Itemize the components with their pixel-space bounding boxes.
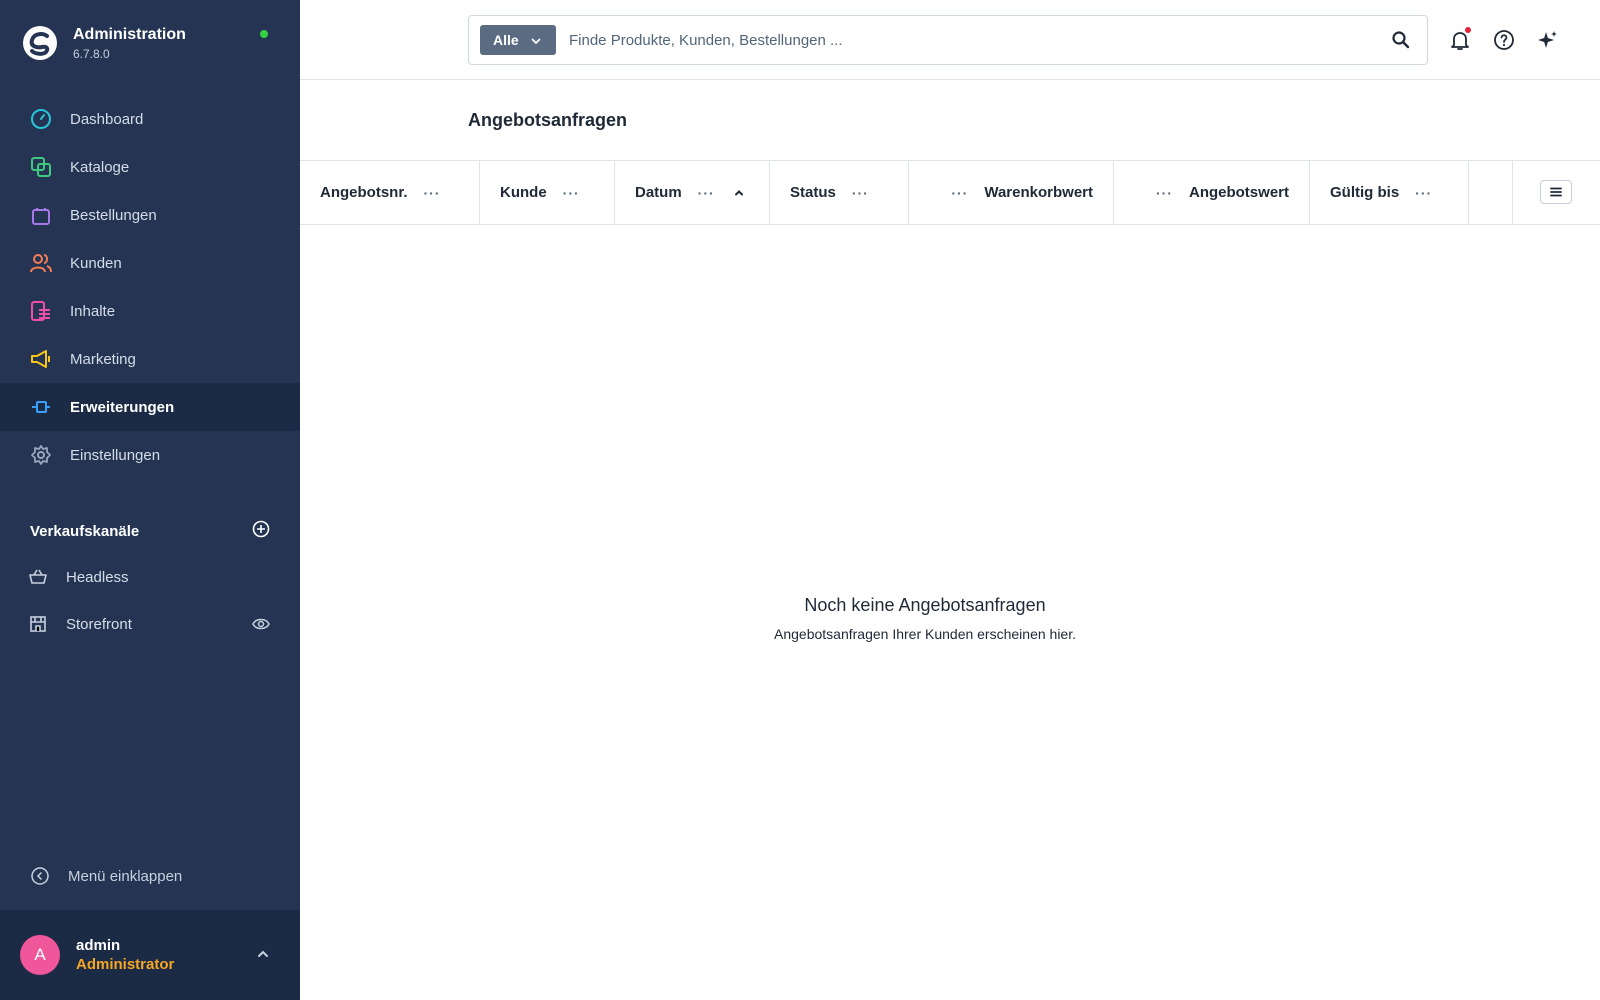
- app-title: Administration: [73, 26, 186, 43]
- sidebar-item-kunden[interactable]: Kunden: [0, 239, 300, 287]
- megaphone-icon: [30, 348, 52, 370]
- sales-channel-label: Headless: [66, 568, 129, 586]
- column-label: Kunde: [500, 184, 547, 201]
- column-label: Datum: [635, 184, 682, 201]
- help-icon[interactable]: [1492, 28, 1516, 52]
- column-header-kunde[interactable]: Kunde ···: [480, 161, 615, 224]
- top-bar: Alle: [300, 0, 1600, 80]
- shopping-bag-icon: [30, 204, 52, 226]
- sidebar-item-label: Dashboard: [70, 110, 144, 128]
- column-header-gueltig-bis[interactable]: Gültig bis ···: [1310, 161, 1469, 224]
- plug-icon: [30, 396, 52, 418]
- sidebar-item-marketing[interactable]: Marketing: [0, 335, 300, 383]
- column-header-angebotswert[interactable]: ··· Angebotswert: [1114, 161, 1310, 224]
- column-menu-dots-icon[interactable]: ···: [563, 185, 580, 201]
- page-title: Angebotsanfragen: [468, 110, 628, 130]
- hamburger-menu-icon: [1550, 187, 1562, 197]
- empty-state: Noch keine Angebotsanfragen Angebotsanfr…: [300, 595, 1600, 642]
- empty-state-subtitle: Angebotsanfragen Ihrer Kunden erscheinen…: [774, 626, 1076, 642]
- collapse-menu-button[interactable]: Menü einklappen: [30, 866, 182, 886]
- shopware-logo: [23, 26, 57, 60]
- gear-icon: [30, 444, 52, 466]
- search-icon[interactable]: [1391, 30, 1411, 55]
- sidebar-item-label: Erweiterungen: [70, 398, 175, 416]
- sidebar-item-inhalte[interactable]: Inhalte: [0, 287, 300, 335]
- user-role: Administrator: [76, 956, 175, 973]
- column-menu-dots-icon[interactable]: ···: [1415, 185, 1432, 201]
- app-version: 6.7.8.0: [73, 47, 110, 61]
- sales-channels-title: Verkaufskanäle: [30, 522, 140, 540]
- sidebar-item-einstellungen[interactable]: Einstellungen: [0, 431, 300, 479]
- search-scope-select[interactable]: Alle: [480, 25, 556, 55]
- gauge-icon: [30, 108, 52, 130]
- search-scope-label: Alle: [493, 32, 519, 48]
- sidebar-item-dashboard[interactable]: Dashboard: [0, 95, 300, 143]
- user-menu[interactable]: A admin Administrator: [0, 910, 300, 1000]
- chevron-down-icon: [530, 34, 542, 50]
- column-label: Angebotswert: [1188, 184, 1289, 201]
- sidebar-item-label: Bestellungen: [70, 206, 157, 224]
- sidebar-item-label: Marketing: [70, 350, 136, 368]
- catalog-icon: [30, 156, 52, 178]
- user-name: admin: [76, 937, 121, 954]
- basket-icon: [28, 567, 48, 587]
- main-navigation: Dashboard Kataloge Bestellungen Kunden I…: [0, 95, 300, 479]
- column-menu-dots-icon[interactable]: ···: [852, 185, 869, 201]
- content-icon: [30, 300, 52, 322]
- sidebar-item-bestellungen[interactable]: Bestellungen: [0, 191, 300, 239]
- add-sales-channel-icon[interactable]: [252, 520, 270, 543]
- notification-dot: [1465, 27, 1471, 33]
- sidebar-item-erweiterungen[interactable]: Erweiterungen: [0, 383, 300, 431]
- column-label: Angebotsnr.: [320, 184, 408, 201]
- avatar: A: [20, 935, 60, 975]
- sales-channels-header: Verkaufskanäle: [30, 520, 270, 542]
- grid-settings-button[interactable]: [1540, 180, 1572, 204]
- column-header-datum[interactable]: Datum ···: [615, 161, 770, 224]
- column-menu-dots-icon[interactable]: ···: [424, 185, 441, 201]
- collapse-menu-label: Menü einklappen: [68, 867, 183, 885]
- status-indicator: [260, 30, 268, 38]
- column-header-angebotsnr[interactable]: Angebotsnr. ···: [300, 161, 480, 224]
- sidebar-item-label: Einstellungen: [70, 446, 161, 464]
- sidebar-item-label: Inhalte: [70, 302, 116, 320]
- column-header-warenkorbwert[interactable]: ··· Warenkorbwert: [909, 161, 1114, 224]
- column-label: Gültig bis: [1330, 184, 1400, 201]
- column-label: Status: [790, 184, 836, 201]
- column-header-actions: [1469, 161, 1513, 224]
- brand: Administration 6.7.8.0: [22, 22, 278, 66]
- sidebar: Administration 6.7.8.0 Dashboard Katalog…: [0, 0, 300, 1000]
- column-menu-dots-icon[interactable]: ···: [951, 185, 968, 201]
- users-icon: [30, 252, 52, 274]
- column-menu-dots-icon[interactable]: ···: [1156, 185, 1173, 201]
- data-grid-header: Angebotsnr. ··· Kunde ··· Datum ··· Stat…: [300, 160, 1600, 225]
- notification-bell-icon[interactable]: [1448, 27, 1472, 52]
- sales-channel-label: Storefront: [66, 615, 132, 633]
- column-menu-dots-icon[interactable]: ···: [698, 185, 715, 201]
- sparkle-ai-icon[interactable]: [1536, 28, 1560, 52]
- sidebar-item-label: Kunden: [70, 254, 122, 272]
- sidebar-item-kataloge[interactable]: Kataloge: [0, 143, 300, 191]
- empty-state-title: Noch keine Angebotsanfragen: [804, 595, 1046, 615]
- column-label: Warenkorbwert: [984, 184, 1093, 201]
- search-input[interactable]: [569, 26, 1349, 54]
- column-header-status[interactable]: Status ···: [770, 161, 909, 224]
- global-search: Alle: [468, 15, 1428, 65]
- storefront-icon: [28, 614, 48, 634]
- chevron-left-circle-icon: [30, 866, 50, 886]
- sidebar-item-label: Kataloge: [70, 158, 130, 176]
- chevron-up-icon[interactable]: [256, 947, 270, 966]
- sort-ascending-icon[interactable]: [733, 187, 745, 199]
- sales-channel-headless[interactable]: Headless: [0, 554, 300, 600]
